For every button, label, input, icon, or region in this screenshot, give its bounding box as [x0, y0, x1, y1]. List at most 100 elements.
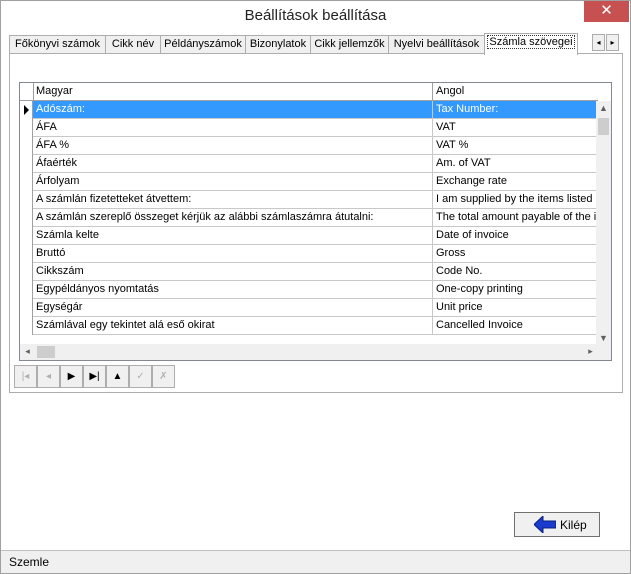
nav-post-button[interactable]: ✓: [129, 365, 152, 388]
title-bar: Beállítások beállítása ✕: [1, 1, 630, 31]
nav-insert-button[interactable]: ▲: [106, 365, 129, 388]
cell-angol[interactable]: Am. of VAT: [433, 155, 598, 172]
scroll-left-icon[interactable]: ◂: [20, 344, 35, 359]
row-indicator[interactable]: [20, 209, 33, 227]
scroll-up-icon[interactable]: ▲: [596, 101, 611, 116]
cell-angol[interactable]: VAT %: [433, 137, 598, 154]
table-row[interactable]: Áfaérték Am. of VAT: [20, 155, 598, 173]
arrow-left-icon: [534, 516, 556, 533]
tab-peldanyszamok[interactable]: Példányszámok: [160, 35, 246, 54]
cell-magyar[interactable]: Bruttó: [33, 245, 433, 262]
status-bar: Szemle: [1, 550, 630, 573]
tab-label: Cikk név: [111, 38, 155, 50]
cell-angol[interactable]: Date of invoice: [433, 227, 598, 244]
cell-magyar[interactable]: Számlával egy tekintet alá eső okirat: [33, 317, 433, 334]
cell-magyar[interactable]: Cikkszám: [33, 263, 433, 280]
nav-cancel-icon: ✗: [159, 371, 168, 382]
tab-fokonyvi-szamok[interactable]: Főkönyvi számok: [9, 35, 106, 54]
tab-szamla-szovegei[interactable]: Számla szövegei: [484, 33, 578, 55]
status-text: Szemle: [9, 555, 50, 569]
tab-label: Nyelvi beállítások: [393, 38, 480, 50]
table-row[interactable]: Számlával egy tekintet alá eső okirat Can…: [20, 317, 598, 335]
header-indicator-cell: [20, 83, 34, 101]
current-row-arrow-icon: [24, 105, 29, 115]
table-row[interactable]: ÁFA % VAT %: [20, 137, 598, 155]
tab-label: Példányszámok: [164, 38, 242, 50]
cell-magyar[interactable]: Egypéldányos nyomtatás: [33, 281, 433, 298]
tab-label: Számla szövegei: [487, 35, 575, 49]
row-indicator[interactable]: [20, 155, 33, 173]
tab-bizonylatok[interactable]: Bizonylatok: [245, 35, 311, 54]
nav-next-icon: ▶: [67, 371, 76, 382]
cell-angol[interactable]: Gross: [433, 245, 598, 262]
table-row[interactable]: Adószám: Tax Number:: [20, 101, 598, 119]
exit-button[interactable]: Kilép: [514, 512, 600, 537]
tab-page-szamla-szovegei: Magyar Angol Adószám: Tax Number: ÁFA VAT ÁF…: [9, 53, 623, 393]
table-row[interactable]: A számlán szereplő összeget kérjük az al…: [20, 209, 598, 227]
cell-magyar[interactable]: Egységár: [33, 299, 433, 316]
row-indicator[interactable]: [20, 101, 33, 119]
tab-cikk-jellemzok[interactable]: Cikk jellemzők: [310, 35, 389, 54]
row-indicator[interactable]: [20, 137, 33, 155]
close-button[interactable]: ✕: [584, 1, 629, 22]
table-row[interactable]: ÁFA VAT: [20, 119, 598, 137]
nav-prior-button[interactable]: ◂: [37, 365, 60, 388]
cell-magyar[interactable]: Számla kelte: [33, 227, 433, 244]
cell-magyar[interactable]: Áfaérték: [33, 155, 433, 172]
nav-post-icon: ✓: [136, 371, 145, 382]
vertical-scroll-thumb[interactable]: [598, 118, 609, 135]
cell-angol[interactable]: I am supplied by the items listed on: [433, 191, 598, 208]
nav-last-button[interactable]: ▶|: [83, 365, 106, 388]
exit-button-label: Kilép: [560, 518, 587, 532]
cell-magyar[interactable]: ÁFA %: [33, 137, 433, 154]
table-row[interactable]: A számlán fizetetteket átvettem: I am sup…: [20, 191, 598, 209]
row-indicator[interactable]: [20, 281, 33, 299]
scrollbar-corner: [596, 344, 611, 360]
nav-last-icon: ▶|: [89, 371, 100, 382]
table-row[interactable]: Számla kelte Date of invoice: [20, 227, 598, 245]
cell-magyar[interactable]: Árfolyam: [33, 173, 433, 190]
row-indicator[interactable]: [20, 173, 33, 191]
row-indicator[interactable]: [20, 191, 33, 209]
vertical-scrollbar[interactable]: ▲ ▼: [596, 101, 611, 346]
tab-scroll-right-button[interactable]: ▸: [606, 34, 619, 51]
cell-magyar[interactable]: A számlán fizetetteket átvettem:: [33, 191, 433, 208]
column-header-angol[interactable]: Angol: [433, 83, 598, 101]
row-indicator[interactable]: [20, 245, 33, 263]
cell-angol[interactable]: Exchange rate: [433, 173, 598, 190]
table-row[interactable]: Egységár Unit price: [20, 299, 598, 317]
row-indicator[interactable]: [20, 263, 33, 281]
nav-cancel-button[interactable]: ✗: [152, 365, 175, 388]
cell-magyar[interactable]: Adószám:: [33, 101, 433, 118]
table-row[interactable]: Cikkszám Code No.: [20, 263, 598, 281]
cell-angol[interactable]: Code No.: [433, 263, 598, 280]
nav-first-icon: |◂: [21, 371, 30, 382]
tab-cikk-nev[interactable]: Cikk név: [105, 35, 161, 54]
row-indicator[interactable]: [20, 119, 33, 137]
table-row[interactable]: Bruttó Gross: [20, 245, 598, 263]
tab-scroll-left-button[interactable]: ◂: [592, 34, 605, 51]
horizontal-scrollbar[interactable]: ◂ ▸: [20, 344, 598, 360]
cell-angol[interactable]: Tax Number:: [433, 101, 598, 118]
cell-angol[interactable]: The total amount payable of the in: [433, 209, 598, 226]
row-indicator[interactable]: [20, 299, 33, 317]
cell-angol[interactable]: One-copy printing: [433, 281, 598, 298]
column-header-magyar[interactable]: Magyar: [33, 83, 433, 101]
nav-first-button[interactable]: |◂: [14, 365, 37, 388]
row-indicator[interactable]: [20, 317, 33, 335]
cell-angol[interactable]: Cancelled Invoice: [433, 317, 598, 334]
tab-nyelvi-beallitasok[interactable]: Nyelvi beállítások: [388, 35, 485, 54]
cell-angol[interactable]: VAT: [433, 119, 598, 136]
cell-angol[interactable]: Unit price: [433, 299, 598, 316]
row-indicator[interactable]: [20, 227, 33, 245]
close-icon: ✕: [600, 2, 613, 19]
cell-magyar[interactable]: ÁFA: [33, 119, 433, 136]
horizontal-scroll-thumb[interactable]: [37, 346, 55, 358]
cell-magyar[interactable]: A számlán szereplő összeget kérjük az al…: [33, 209, 433, 226]
tab-strip: Főkönyvi számok Cikk név Példányszámok B…: [9, 33, 623, 55]
table-row[interactable]: Árfolyam Exchange rate: [20, 173, 598, 191]
table-row[interactable]: Egypéldányos nyomtatás One-copy printing: [20, 281, 598, 299]
nav-next-button[interactable]: ▶: [60, 365, 83, 388]
nav-prior-icon: ◂: [45, 371, 52, 382]
translation-grid[interactable]: Magyar Angol Adószám: Tax Number: ÁFA VAT ÁF…: [19, 82, 612, 361]
